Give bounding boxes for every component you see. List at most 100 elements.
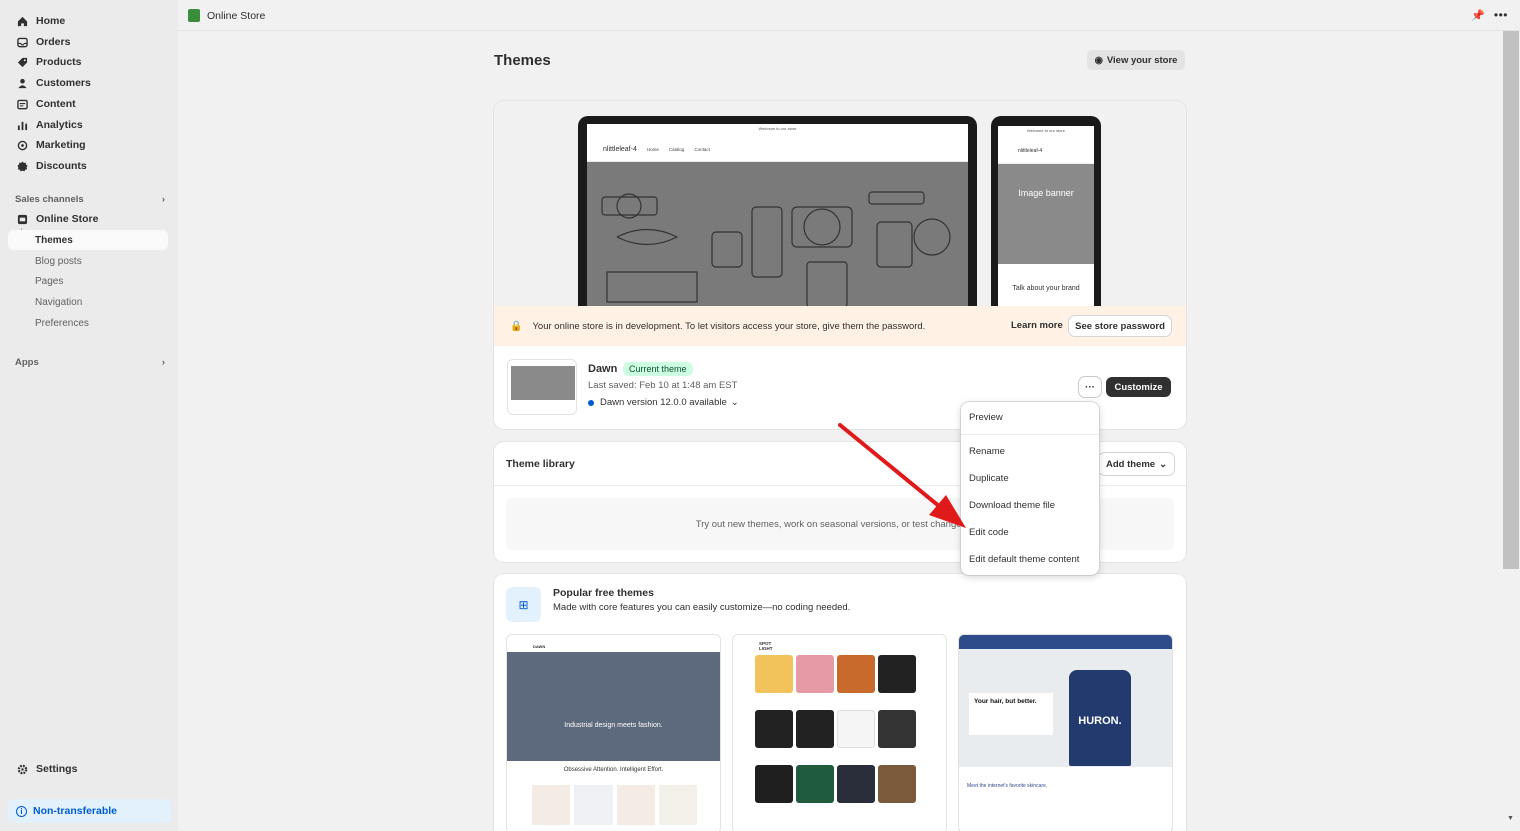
theme-card-hero-text: Your hair, but better. (969, 693, 1053, 735)
sidebar-item-settings[interactable]: Settings (8, 759, 168, 779)
gear-icon (16, 763, 28, 775)
sidebar-item-home[interactable]: Home (8, 11, 168, 31)
person-icon (16, 77, 28, 89)
sidebar-item-marketing[interactable]: Marketing (8, 135, 168, 155)
chevron-down-icon: ⌄ (1159, 458, 1168, 470)
content-icon (16, 98, 28, 110)
menu-item-edit-default-theme-content[interactable]: Edit default theme content (969, 554, 1079, 565)
desktop-screen: Welcome to our store nlittleleaf-4 Home … (587, 124, 968, 311)
theme-thumbnail-image (511, 366, 575, 400)
sidebar-item-analytics[interactable]: Analytics (8, 115, 168, 135)
add-theme-button[interactable]: Add theme ⌄ (1099, 453, 1174, 475)
sidebar-item-themes[interactable]: Themes (8, 230, 168, 250)
menu-divider (961, 434, 1099, 435)
non-transferable-banner[interactable]: i Non-transferable (8, 799, 171, 823)
home-icon (16, 15, 28, 27)
tag-icon (16, 56, 28, 68)
theme-card-logo: DAWN (533, 644, 546, 649)
version-text: Dawn version 12.0.0 available (600, 397, 727, 408)
theme-library-title: Theme library (506, 458, 575, 470)
nav-link: Contact (694, 146, 710, 152)
version-available-button[interactable]: Dawn version 12.0.0 available ⌄ (588, 397, 739, 408)
customize-button[interactable]: Customize (1106, 377, 1171, 397)
bar-chart-icon (16, 119, 28, 131)
sidebar: Home Orders Products Customers Content A… (0, 0, 178, 831)
sidebar-item-label: Marketing (36, 139, 86, 151)
sidebar-item-orders[interactable]: Orders (8, 32, 168, 52)
menu-item-download-theme-file[interactable]: Download theme file (969, 500, 1055, 511)
product-tile (837, 710, 875, 748)
see-store-password-button[interactable]: See store password (1069, 316, 1171, 336)
theme-card-refresh[interactable]: REFRESH Your hair, but better. HURON. Me… (958, 634, 1173, 831)
scrollbar[interactable]: ▼ (1502, 31, 1520, 831)
theme-card-hero: Industrial design meets fashion. (507, 652, 720, 761)
apps-header[interactable]: Apps › (15, 357, 165, 368)
menu-item-rename[interactable]: Rename (969, 446, 1005, 457)
product-tile (574, 785, 613, 825)
current-theme-card: Welcome to our store nlittleleaf-4 Home … (494, 101, 1186, 429)
non-transferable-label: Non-transferable (33, 805, 118, 817)
sidebar-item-customers[interactable]: Customers (8, 73, 168, 93)
sidebar-item-label: Home (36, 15, 66, 27)
theme-card-products (532, 785, 697, 825)
store-name: nlittleleaf-4 (1018, 148, 1043, 154)
scrollbar-thumb[interactable] (1503, 31, 1519, 569)
sidebar-item-content[interactable]: Content (8, 94, 168, 114)
menu-item-preview[interactable]: Preview (969, 412, 1003, 423)
view-store-button[interactable]: ◉ View your store (1087, 50, 1185, 70)
mobile-screen: Welcome to our store nlittleleaf-4 Image… (998, 126, 1094, 311)
desktop-store-nav: nlittleleaf-4 Home Catalog Contact (587, 137, 968, 162)
theme-card-dawn[interactable]: DAWN Industrial design meets fashion. Ob… (506, 634, 721, 831)
product-tile (837, 765, 875, 803)
current-theme-badge: Current theme (623, 362, 693, 376)
chevron-right-icon: › (161, 357, 165, 368)
chevron-right-icon: › (161, 194, 165, 205)
desktop-hero-image (587, 162, 968, 311)
sidebar-item-navigation[interactable]: Navigation (8, 292, 168, 312)
product-tile (532, 785, 571, 825)
product-tile (616, 785, 655, 825)
theme-store-icon: ⊞ (506, 587, 541, 622)
theme-card-spotlight[interactable]: SPOT LIGHT (732, 634, 947, 831)
product-tile (878, 765, 916, 803)
theme-thumbnail[interactable] (507, 359, 577, 415)
mobile-talk-heading: Talk about your brand (1012, 285, 1080, 292)
sidebar-item-blog-posts[interactable]: Blog posts (8, 251, 168, 271)
inbox-icon (16, 36, 28, 48)
sidebar-item-online-store[interactable]: Online Store (8, 209, 168, 229)
sidebar-item-preferences[interactable]: Preferences (8, 313, 168, 333)
scroll-down-icon[interactable]: ▼ (1507, 815, 1514, 822)
pin-icon[interactable]: 📌 (1471, 9, 1485, 22)
sidebar-item-products[interactable]: Products (8, 52, 168, 72)
menu-item-edit-code[interactable]: Edit code (969, 527, 1009, 538)
popular-themes-card: ⊞ Popular free themes Made with core fea… (494, 574, 1186, 831)
mobile-preview: Welcome to our store nlittleleaf-4 Image… (991, 116, 1101, 311)
product-tile (796, 765, 834, 803)
theme-actions-menu: Preview Rename Duplicate Download theme … (961, 402, 1099, 575)
chevron-down-icon: ⌄ (730, 397, 739, 408)
product-tile (755, 655, 793, 693)
apps-label: Apps (15, 357, 39, 368)
learn-more-link[interactable]: Learn more (1011, 320, 1063, 331)
menu-item-duplicate[interactable]: Duplicate (969, 473, 1009, 484)
sidebar-item-label: Discounts (36, 160, 87, 172)
theme-card-meet-text: Meet the internet's favorite skincare. (967, 783, 1048, 789)
last-saved-text: Last saved: Feb 10 at 1:48 am EST (588, 380, 738, 391)
page-title: Themes (494, 52, 551, 69)
sidebar-item-discounts[interactable]: Discounts (8, 156, 168, 176)
development-banner-text: Your online store is in development. To … (532, 320, 926, 332)
target-icon (16, 139, 28, 151)
sales-channels-header[interactable]: Sales channels › (15, 194, 165, 205)
sidebar-item-label: Customers (36, 77, 91, 89)
sidebar-item-label: Analytics (36, 119, 83, 131)
more-actions-icon[interactable]: ••• (1494, 8, 1508, 22)
sidebar-item-pages[interactable]: Pages (8, 271, 168, 291)
theme-actions-button[interactable]: ··· (1079, 377, 1101, 397)
mobile-announcement: Welcome to our store (1027, 128, 1065, 133)
theme-preview[interactable]: Welcome to our store nlittleleaf-4 Home … (494, 101, 1186, 311)
topbar-title: Online Store (207, 10, 266, 22)
product-bottle: HURON. (1069, 670, 1131, 766)
theme-card-lower (959, 767, 1172, 831)
product-tile (796, 655, 834, 693)
sidebar-item-label: Content (36, 98, 76, 110)
